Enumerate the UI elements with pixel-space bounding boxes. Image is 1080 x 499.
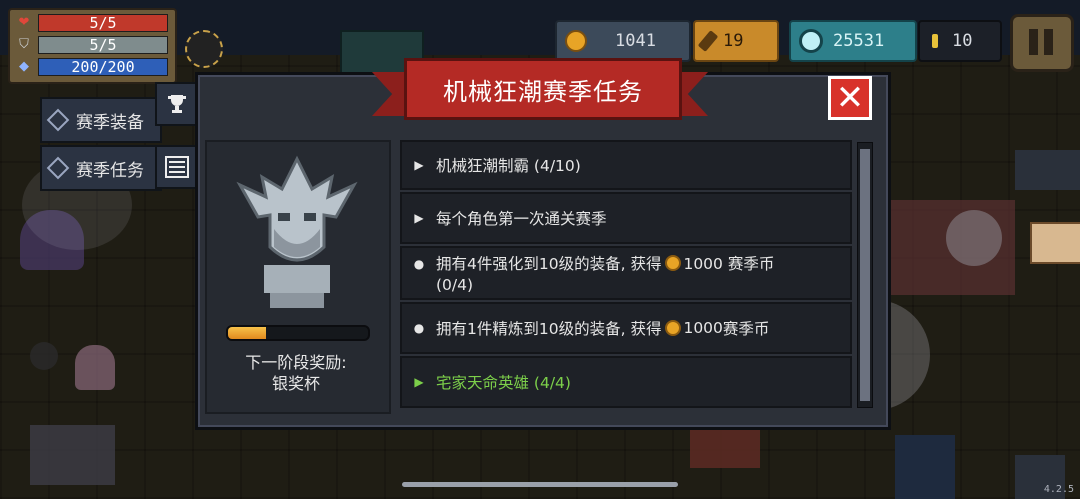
list-icon: [165, 156, 189, 178]
task-text-block: 拥有4件强化到10级的装备, 获得 1000 赛季币 (0/4): [436, 254, 774, 296]
task-amount: 1000: [683, 319, 723, 337]
task-item[interactable]: ● 拥有1件精炼到10级的装备, 获得 1000 赛季币: [400, 302, 852, 354]
energy-value: 200/200: [38, 58, 168, 76]
monitor-decoration: [895, 435, 955, 499]
tab-season-equipment-label: 赛季装备: [76, 112, 144, 133]
scrollbar-thumb[interactable]: [860, 149, 870, 401]
buff-icon: [185, 30, 223, 68]
gold-value: 1041: [615, 31, 656, 51]
sign-decoration: [1030, 222, 1080, 264]
armor-value: 5/5: [38, 36, 168, 54]
chair-decoration: [30, 425, 115, 485]
eye-gem-icon: [799, 29, 823, 53]
task-text: 拥有4件强化到10级的装备, 获得: [436, 255, 662, 273]
pot-decoration: [30, 342, 58, 370]
season-coin-icon: [665, 255, 682, 271]
gold-coin-icon: [565, 30, 587, 52]
task-item[interactable]: ● 拥有4件强化到10级的装备, 获得 1000 赛季币 (0/4): [400, 246, 852, 300]
tab-season-tasks-label: 赛季任务: [76, 160, 144, 181]
npc-character: [75, 345, 115, 390]
list-tab-button[interactable]: [155, 145, 199, 189]
energy-icon: ◆: [19, 59, 29, 74]
table-decoration: [690, 428, 760, 468]
expand-arrow-icon: ▶: [414, 211, 424, 225]
reward-item: 银奖杯: [271, 374, 320, 393]
trophy-icon: [168, 95, 186, 113]
door-decoration: [1015, 150, 1080, 190]
trophy-tab-button[interactable]: [155, 82, 199, 126]
tab-season-tasks[interactable]: 赛季任务: [40, 145, 162, 191]
shield-icon: ⛉: [19, 37, 29, 52]
task-text: 拥有1件精炼到10级的装备, 获得: [436, 320, 662, 338]
tab-season-equipment[interactable]: 赛季装备: [40, 97, 162, 143]
hp-value: 5/5: [38, 14, 168, 32]
close-icon: ✕: [835, 78, 865, 118]
bullet-icon: ●: [413, 321, 425, 335]
gem-counter: 25531: [789, 20, 917, 62]
task-amount: 1000: [683, 255, 723, 273]
task-text-after: 赛季币: [722, 320, 770, 338]
close-button[interactable]: ✕: [828, 76, 872, 120]
diamond-icon: [46, 156, 70, 180]
next-reward-text: 下一阶段奖励: 银奖杯: [205, 352, 387, 394]
bullet-icon: ●: [413, 257, 425, 271]
diamond-icon: [46, 108, 70, 132]
task-list[interactable]: ▶ 机械狂潮制霸 (4/10) ▶ 每个角色第一次通关赛季 ● 拥有4件强化到1…: [400, 140, 858, 410]
reward-label: 下一阶段奖励:: [245, 353, 347, 372]
gold-counter: 1041: [555, 20, 691, 62]
token-icon: [932, 34, 938, 48]
stage-progress-fill: [228, 327, 266, 339]
task-text: 每个角色第一次通关赛季: [436, 210, 607, 228]
armor-row: ⛉ 5/5: [16, 36, 168, 54]
expand-arrow-icon: ▶: [414, 158, 424, 172]
gem-value: 25531: [833, 31, 885, 51]
statue-trophy-icon: [236, 155, 358, 308]
feather-icon: [697, 30, 719, 52]
stage-progress-bar: [226, 325, 370, 341]
player-stats-panel: ❤ 5/5 ⛉ 5/5 ◆ 200/200: [8, 8, 177, 84]
small-counter: 10: [918, 20, 1002, 62]
version-label: 4.2.5: [1043, 484, 1074, 495]
task-progress: (0/4): [436, 276, 474, 294]
task-item[interactable]: ▶ 每个角色第一次通关赛季: [400, 192, 852, 244]
heart-icon: ❤: [18, 15, 30, 30]
task-text: 机械狂潮制霸 (4/10): [436, 157, 581, 175]
dialog-title-banner: 机械狂潮赛季任务: [372, 58, 708, 122]
dialog-title: 机械狂潮赛季任务: [404, 58, 682, 120]
task-text-after: 赛季币: [722, 255, 775, 273]
material-value: 19: [723, 31, 744, 51]
task-item-completed[interactable]: ▶ 宅家天命英雄 (4/4): [400, 356, 852, 408]
pause-button[interactable]: [1010, 14, 1074, 72]
hp-row: ❤ 5/5: [16, 14, 168, 32]
task-list-scrollbar[interactable]: [857, 142, 873, 408]
season-coin-icon: [665, 320, 682, 336]
small-value: 10: [952, 31, 973, 51]
task-text: 宅家天命英雄 (4/4): [436, 374, 571, 392]
home-indicator[interactable]: [402, 482, 678, 487]
energy-row: ◆ 200/200: [16, 58, 168, 76]
npc-avatar-button[interactable]: [946, 210, 1002, 266]
material-counter: 19: [693, 20, 779, 62]
expand-arrow-icon: ▶: [414, 375, 424, 389]
task-item[interactable]: ▶ 机械狂潮制霸 (4/10): [400, 140, 852, 190]
